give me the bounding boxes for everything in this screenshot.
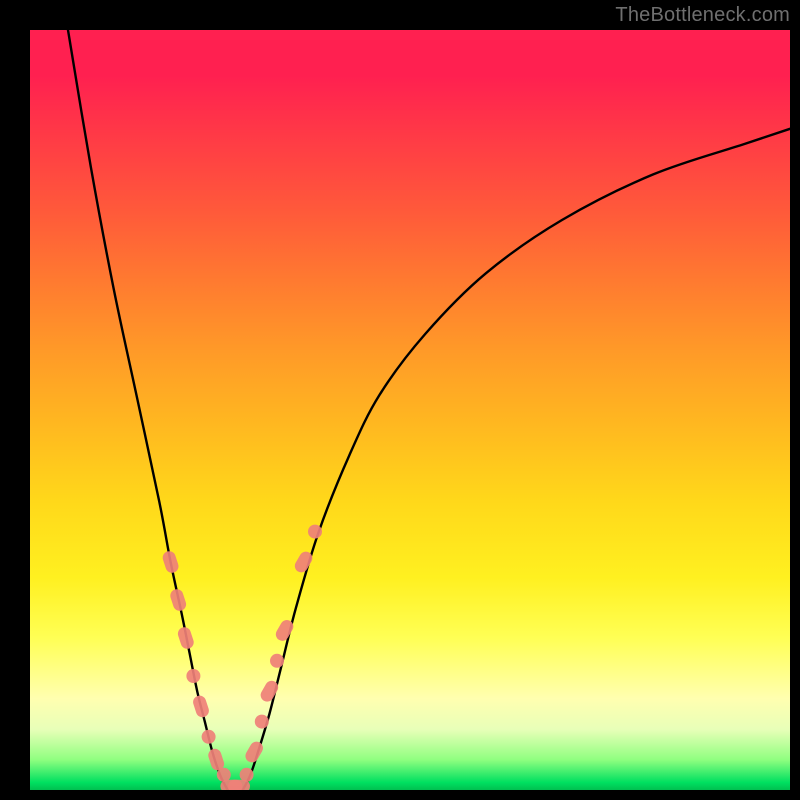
- watermark-text: TheBottleneck.com: [615, 4, 790, 27]
- data-point-dot: [186, 669, 200, 683]
- curve-left-branch: [68, 30, 228, 790]
- curve-layer: [68, 30, 790, 790]
- data-point-pill: [169, 588, 188, 613]
- plot-area: [30, 30, 790, 790]
- data-point-dot: [202, 730, 216, 744]
- data-point-pill: [176, 626, 195, 651]
- data-point-dot: [270, 654, 284, 668]
- data-point-dot: [308, 525, 322, 539]
- data-point-pill: [191, 694, 210, 719]
- curve-right-branch: [243, 129, 790, 790]
- chart-svg: [30, 30, 790, 790]
- marker-layer: [161, 525, 322, 790]
- chart-frame: TheBottleneck.com: [0, 0, 800, 800]
- data-point-dot: [255, 715, 269, 729]
- data-point-dot: [240, 768, 254, 782]
- data-point-pill: [161, 550, 180, 575]
